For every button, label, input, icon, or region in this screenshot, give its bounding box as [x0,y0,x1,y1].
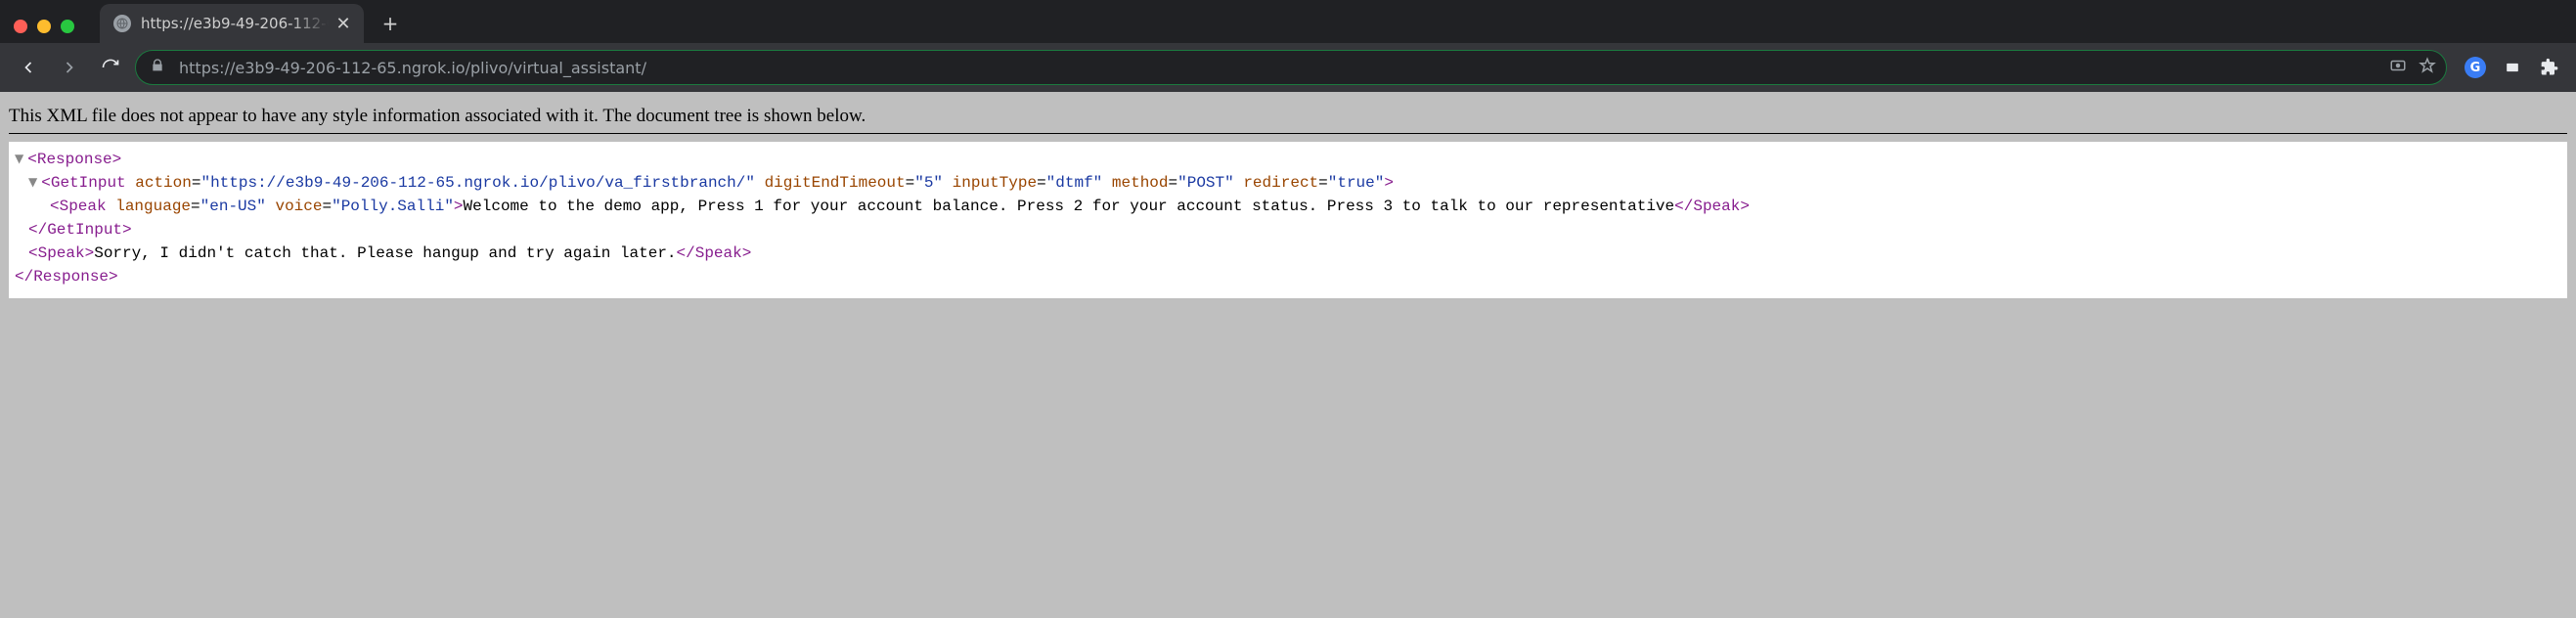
xml-attr-value: "5" [914,174,943,192]
window-maximize-button[interactable] [61,20,74,33]
page-content: This XML file does not appear to have an… [0,92,2576,298]
browser-tab[interactable]: https://e3b9-49-206-112-65.n ✕ [100,4,364,43]
xml-tag-close: </GetInput> [28,221,132,239]
bookmark-star-icon[interactable] [2419,57,2436,78]
xml-attr-name: inputType [953,174,1037,192]
divider [9,133,2567,134]
browser-toolbar: https://e3b9-49-206-112-65.ngrok.io/pliv… [0,43,2576,92]
xml-text-content: Sorry, I didn't catch that. Please hangu… [94,244,676,262]
window-close-button[interactable] [14,20,27,33]
xml-attr-name: method [1112,174,1169,192]
profile-button[interactable]: G [2461,53,2490,82]
tab-close-button[interactable]: ✕ [334,15,352,32]
xml-attr-value: "dtmf" [1046,174,1103,192]
reload-button[interactable] [94,51,127,84]
xml-tag-open-end: > [1384,174,1394,192]
xml-attr-value: "https://e3b9-49-206-112-65.ngrok.io/pli… [200,174,755,192]
xml-node[interactable]: <Speak>Sorry, I didn't catch that. Pleas… [11,242,2559,265]
xml-tag-close: </Response> [15,268,118,286]
xml-tag-close: </Speak> [1674,198,1750,215]
install-app-icon[interactable] [2389,57,2407,78]
xml-attr-name: redirect [1243,174,1318,192]
globe-icon [113,15,131,32]
xml-node[interactable]: ▼<GetInput action="https://e3b9-49-206-1… [11,171,2559,195]
browser-chrome: https://e3b9-49-206-112-65.n ✕ + https:/… [0,0,2576,92]
xml-attr-value: "POST" [1177,174,1234,192]
xml-node[interactable]: </Response> [11,265,2559,288]
xml-tag-open: <Speak [50,198,115,215]
forward-button[interactable] [53,51,86,84]
xml-attr-value: "true" [1328,174,1385,192]
xml-tag-open: <Speak> [28,244,94,262]
xml-tag-close: </Speak> [677,244,752,262]
extension-button[interactable] [2498,53,2527,82]
profile-avatar: G [2465,57,2486,78]
tree-toggle-icon[interactable]: ▼ [28,175,41,189]
xml-node[interactable]: <Speak language="en-US" voice="Polly.Sal… [11,195,2559,218]
xml-node[interactable]: </GetInput> [11,218,2559,242]
lock-icon [150,58,165,77]
tree-toggle-icon[interactable]: ▼ [15,152,27,165]
xml-tag-open: <Response> [27,151,121,168]
back-button[interactable] [12,51,45,84]
omnibox-actions [2389,57,2436,78]
xml-tag-open: <GetInput [41,174,135,192]
new-tab-button[interactable]: + [374,7,407,40]
xml-attr-name: voice [275,198,322,215]
window-controls [14,20,74,33]
window-minimize-button[interactable] [37,20,51,33]
address-bar[interactable]: https://e3b9-49-206-112-65.ngrok.io/pliv… [135,50,2447,85]
xml-tree: ▼<Response> ▼<GetInput action="https://e… [9,142,2567,298]
xml-attr-value: "en-US" [200,198,266,215]
xml-style-notice: This XML file does not appear to have an… [9,102,2567,133]
xml-attr-name: digitEndTimeout [765,174,906,192]
xml-attr-name: language [115,198,191,215]
xml-text-content: Welcome to the demo app, Press 1 for you… [464,198,1675,215]
extensions-puzzle-icon[interactable] [2535,53,2564,82]
address-bar-url: https://e3b9-49-206-112-65.ngrok.io/pliv… [179,59,646,77]
xml-attr-name: action [135,174,192,192]
xml-node[interactable]: ▼<Response> [11,148,2559,171]
tab-title: https://e3b9-49-206-112-65.n [141,15,329,32]
xml-attr-value: "Polly.Salli" [332,198,454,215]
tab-strip: https://e3b9-49-206-112-65.n ✕ + [0,0,2576,43]
xml-tag-open-end: > [454,198,464,215]
toolbar-right: G [2461,53,2564,82]
